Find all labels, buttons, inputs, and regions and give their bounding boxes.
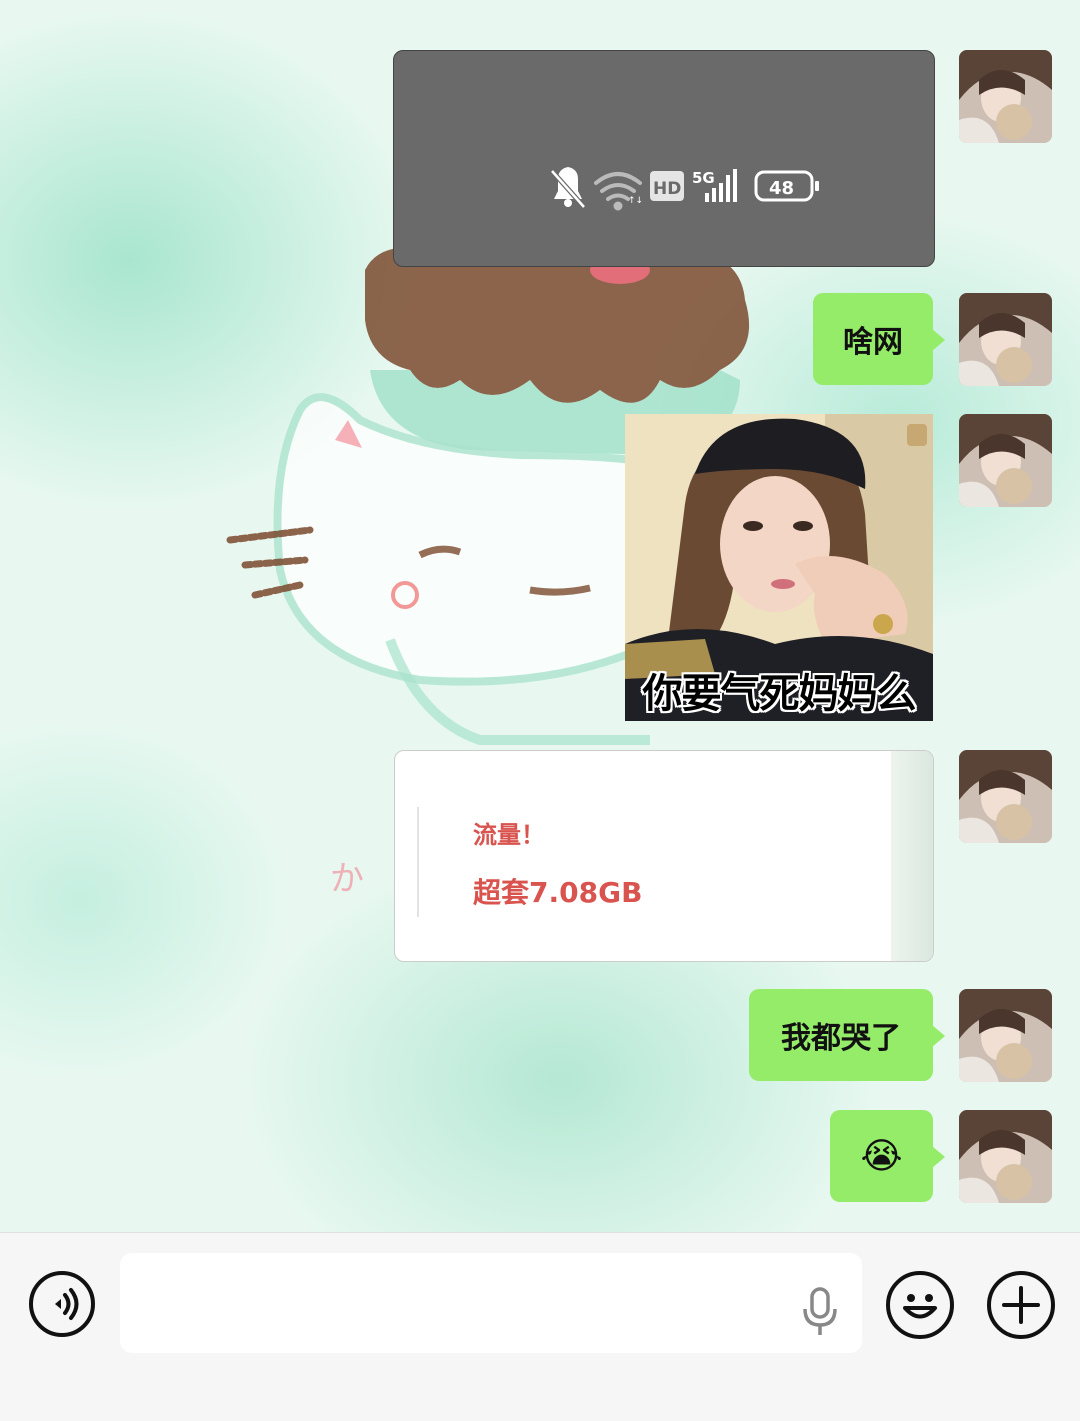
battery-icon: 48: [754, 170, 819, 202]
status-icons: ↑↓ HD 5G 48: [550, 167, 819, 211]
microphone-icon[interactable]: [800, 1287, 840, 1337]
plus-icon: [1002, 1286, 1040, 1324]
emoji-icon: [903, 1294, 937, 1319]
message-text: 我都哭了: [781, 1021, 901, 1056]
svg-text:↑↓: ↑↓: [628, 196, 643, 206]
avatar[interactable]: [959, 293, 1052, 386]
more-actions-button[interactable]: [987, 1271, 1055, 1339]
card-overage-text: 超套7.08GB: [473, 876, 643, 909]
status-bar-screenshot-message[interactable]: ↑↓ HD 5G 48: [393, 50, 935, 267]
avatar-photo: [959, 1110, 1052, 1203]
sent-message-bubble[interactable]: 啥网: [813, 293, 945, 385]
card-title: 流量！: [473, 821, 545, 849]
sticker-caption: 你要气死妈妈么: [642, 671, 917, 717]
avatar-photo: [959, 293, 1052, 386]
avatar[interactable]: [959, 750, 1052, 843]
svg-text:か: か: [330, 859, 364, 899]
avatar[interactable]: [959, 1110, 1052, 1203]
voice-toggle-icon: [55, 1288, 79, 1320]
input-bar: [0, 1232, 1080, 1421]
crying-emoji: 😭: [860, 1135, 903, 1177]
message-input[interactable]: [120, 1253, 862, 1353]
data-usage-card-message[interactable]: 流量！ 超套7.08GB: [394, 750, 934, 962]
avatar[interactable]: [959, 50, 1052, 143]
signal-label: 5G: [692, 169, 715, 187]
card-divider: [417, 807, 419, 917]
avatar-photo: [959, 989, 1052, 1082]
emoji-button[interactable]: [886, 1271, 954, 1339]
hd-badge: HD: [653, 179, 681, 199]
sent-message-bubble[interactable]: 我都哭了: [749, 989, 945, 1081]
avatar-photo: [959, 750, 1052, 843]
avatar[interactable]: [959, 414, 1052, 507]
avatar-photo: [959, 414, 1052, 507]
card-edge: [891, 751, 933, 961]
avatar-photo: [959, 50, 1052, 143]
mute-bell-icon: [550, 167, 586, 209]
battery-level: 48: [769, 178, 794, 199]
message-text: 啥网: [843, 325, 903, 360]
sticker-message[interactable]: 你要气死妈妈么: [625, 414, 933, 721]
sent-emoji-bubble[interactable]: 😭: [830, 1110, 945, 1202]
voice-toggle-button[interactable]: [29, 1271, 95, 1337]
avatar[interactable]: [959, 989, 1052, 1082]
